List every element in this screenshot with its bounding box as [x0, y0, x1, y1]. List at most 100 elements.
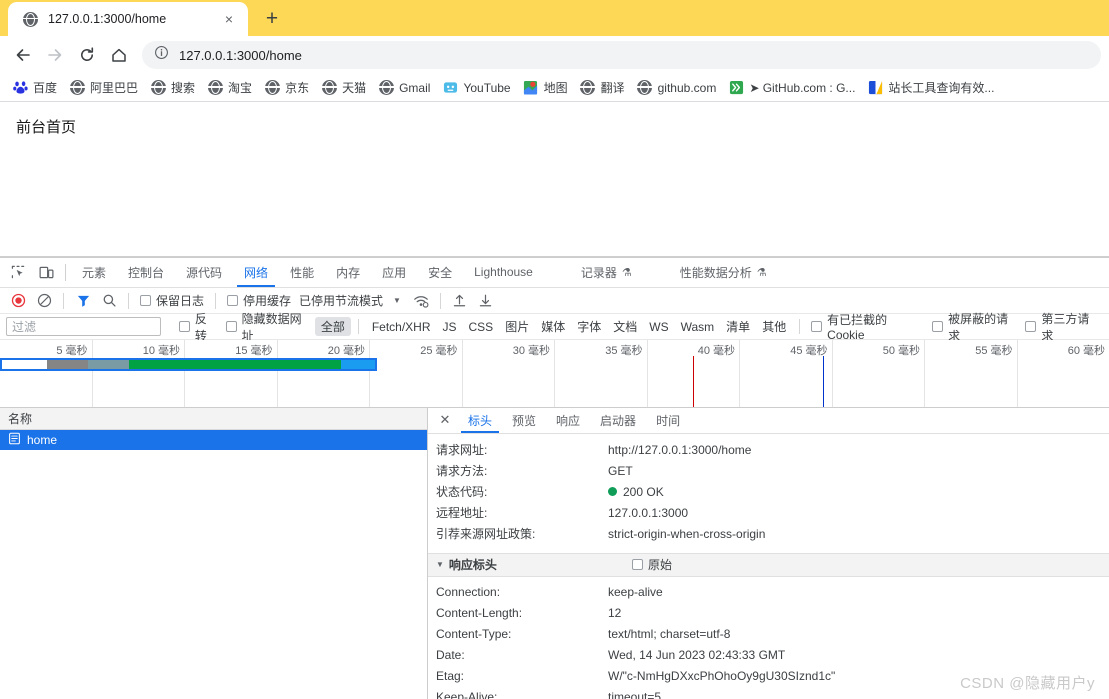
- filter-type-all[interactable]: 全部: [314, 317, 351, 337]
- forward-icon[interactable]: [40, 40, 70, 70]
- blocked-cookies-checkbox[interactable]: 有已拦截的 Cookie: [807, 311, 928, 342]
- export-har-icon[interactable]: [474, 290, 498, 312]
- bookmark-item[interactable]: 搜索: [144, 77, 201, 98]
- bookmark-item[interactable]: 地图: [517, 77, 574, 98]
- filter-type-font[interactable]: 字体: [571, 317, 607, 336]
- bookmark-label: ➤ GitHub.com : G...: [749, 80, 856, 95]
- header-key: Content-Type:: [436, 626, 512, 641]
- search-icon[interactable]: [97, 290, 121, 312]
- bookmark-item[interactable]: ➤ GitHub.com : G...: [722, 78, 861, 98]
- throttling-label[interactable]: 已停用节流模式: [297, 292, 385, 309]
- browser-tab[interactable]: 127.0.0.1:3000/home ×: [8, 2, 248, 36]
- reload-icon[interactable]: [72, 40, 102, 70]
- timeline-segment-stalled: [46, 360, 88, 370]
- third-party-checkbox[interactable]: 第三方请求: [1021, 310, 1103, 344]
- tab-security[interactable]: 安全: [417, 258, 463, 287]
- flask-icon: ⚗: [621, 266, 632, 279]
- tab-headers[interactable]: 标头: [458, 408, 502, 433]
- raw-label: 原始: [647, 558, 672, 573]
- bookmark-item[interactable]: github.com: [631, 78, 723, 98]
- bookmark-item[interactable]: 淘宝: [201, 77, 258, 98]
- tab-recorder[interactable]: 记录器 ⚗: [570, 258, 643, 287]
- close-icon[interactable]: ✕: [432, 408, 458, 433]
- bookmark-item[interactable]: 百度: [6, 77, 63, 98]
- tab-memory[interactable]: 内存: [325, 258, 371, 287]
- globe-icon: [69, 80, 85, 96]
- app-root: 127.0.0.1:3000/home × + 127.0.0.1:3000/h…: [0, 0, 1109, 699]
- tab-label: 安全: [428, 265, 453, 280]
- inspect-icon[interactable]: [4, 258, 32, 287]
- record-icon[interactable]: [6, 290, 30, 312]
- bookmark-label: 京东: [285, 81, 310, 95]
- filter-type-other[interactable]: 其他: [756, 317, 792, 336]
- detail-value: strict-origin-when-cross-origin: [608, 526, 766, 541]
- bookmark-item[interactable]: Gmail: [372, 78, 436, 98]
- tab-network[interactable]: 网络: [233, 258, 279, 287]
- tab-preview[interactable]: 预览: [502, 408, 546, 433]
- raw-checkbox[interactable]: 原始: [631, 556, 672, 573]
- tab-response[interactable]: 响应: [546, 408, 590, 433]
- filter-type-css[interactable]: CSS: [463, 319, 500, 335]
- filter-type-wasm[interactable]: Wasm: [675, 319, 721, 335]
- bookmark-item[interactable]: 翻译: [574, 77, 631, 98]
- timeline-tick: 15 毫秒: [185, 340, 278, 407]
- detail-row: 远程地址: 127.0.0.1:3000: [428, 503, 1109, 524]
- response-headers-section-header[interactable]: ▼ 响应标头 原始: [428, 552, 1109, 577]
- disable-cache-checkbox[interactable]: 停用缓存: [223, 292, 295, 309]
- import-har-icon[interactable]: [448, 290, 472, 312]
- home-icon[interactable]: [104, 40, 134, 70]
- filter-input[interactable]: 过滤: [6, 317, 162, 337]
- request-list-header[interactable]: 名称: [0, 407, 427, 430]
- tab-sources[interactable]: 源代码: [175, 258, 233, 287]
- table-row[interactable]: home: [0, 429, 427, 450]
- network-conditions-icon[interactable]: [409, 290, 433, 312]
- hide-data-urls-checkbox[interactable]: 隐藏数据网址: [222, 310, 315, 344]
- bookmark-label: 搜索: [171, 81, 196, 95]
- tab-application[interactable]: 应用: [371, 258, 417, 287]
- tab-timing[interactable]: 时间: [646, 408, 690, 433]
- blocked-requests-checkbox[interactable]: 被屏蔽的请求: [928, 310, 1021, 344]
- device-toolbar-icon[interactable]: [32, 258, 60, 287]
- page-info-icon[interactable]: [154, 45, 169, 65]
- tab-label: 控制台: [128, 265, 165, 280]
- close-icon[interactable]: ×: [220, 10, 238, 28]
- tab-label: 网络: [244, 265, 269, 280]
- network-panes: 名称 home ✕ 标头 预览 响应 启动器 时间 请求网址: http://1…: [0, 407, 1109, 699]
- bookmark-item[interactable]: 阿里巴巴: [63, 77, 144, 98]
- new-tab-button[interactable]: +: [258, 5, 286, 33]
- filter-type-doc[interactable]: 文档: [607, 317, 643, 336]
- filter-type-fetch-xhr[interactable]: Fetch/XHR: [366, 319, 437, 335]
- filter-type-ws[interactable]: WS: [643, 319, 674, 335]
- tab-strip: 127.0.0.1:3000/home × +: [0, 0, 1109, 36]
- bookmark-label: 翻译: [600, 81, 625, 95]
- clear-icon[interactable]: [32, 290, 56, 312]
- tab-performance-insights[interactable]: 性能数据分析 ⚗: [669, 258, 778, 287]
- tab-console[interactable]: 控制台: [117, 258, 175, 287]
- hide-data-urls-label: 隐藏数据网址: [241, 311, 302, 343]
- filter-type-js[interactable]: JS: [437, 319, 463, 335]
- bookmark-item[interactable]: 天猫: [315, 77, 372, 98]
- back-icon[interactable]: [8, 40, 38, 70]
- address-bar[interactable]: 127.0.0.1:3000/home: [142, 41, 1101, 69]
- network-overview-timeline[interactable]: 5 毫秒 10 毫秒 15 毫秒 20 毫秒 25 毫秒 30 毫秒 35 毫秒…: [0, 340, 1109, 408]
- header-row: Date: Wed, 14 Jun 2023 02:43:33 GMT: [428, 645, 1109, 666]
- baidu-icon: [12, 80, 28, 96]
- filter-type-media[interactable]: 媒体: [535, 317, 571, 336]
- chevron-down-icon[interactable]: ▼: [387, 296, 407, 305]
- filter-icon[interactable]: [71, 290, 95, 312]
- filter-type-img[interactable]: 图片: [499, 317, 535, 336]
- bookmark-item[interactable]: 京东: [258, 77, 315, 98]
- tab-performance[interactable]: 性能: [279, 258, 325, 287]
- bookmark-item[interactable]: YouTube: [436, 78, 516, 98]
- tab-initiator[interactable]: 启动器: [590, 408, 646, 433]
- detail-row: 引荐来源网址政策: strict-origin-when-cross-origi…: [428, 524, 1109, 545]
- tab-lighthouse[interactable]: Lighthouse: [463, 258, 544, 287]
- timeline-segment-content-download: [128, 360, 342, 370]
- filter-type-manifest[interactable]: 清单: [720, 317, 756, 336]
- preserve-log-checkbox[interactable]: 保留日志: [136, 292, 208, 309]
- bookmark-item[interactable]: 站长工具查询有效...: [861, 77, 1000, 98]
- bookmark-label: YouTube: [463, 80, 511, 95]
- timeline-tick: 30 毫秒: [463, 340, 555, 407]
- invert-checkbox[interactable]: 反转: [175, 310, 222, 344]
- tab-elements[interactable]: 元素: [71, 258, 117, 287]
